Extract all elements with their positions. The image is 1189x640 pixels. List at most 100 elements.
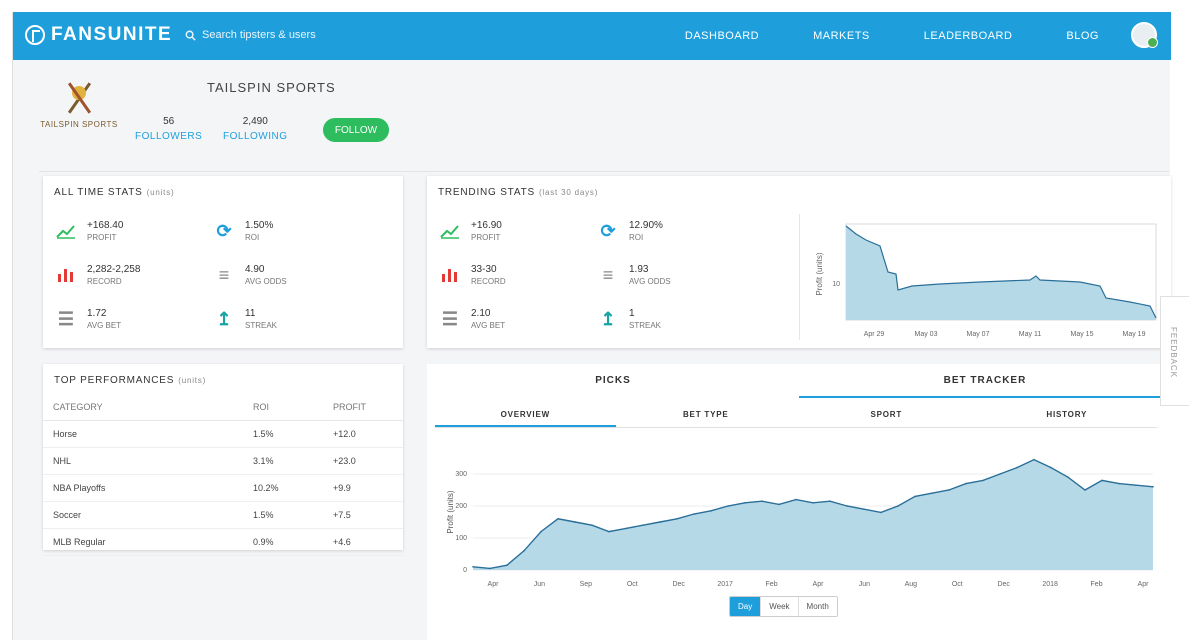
follow-button[interactable]: FOLLOW <box>323 118 389 142</box>
tab-sport[interactable]: SPORT <box>796 402 977 427</box>
col-roi[interactable]: ROI <box>243 394 323 421</box>
table-header-row: CATEGORY ROI PROFIT <box>43 394 403 421</box>
chart-point <box>931 492 933 494</box>
chart-xtick: Jun <box>859 581 870 588</box>
stat-record: 2,282-2,258 RECORD <box>55 260 213 290</box>
all-time-stats-title: ALL TIME STATS (units) <box>54 187 175 198</box>
trend-record: 33-30 RECORD <box>439 260 597 290</box>
streak-icon: ↥ <box>216 308 232 329</box>
chart-point <box>472 566 474 568</box>
chart-point <box>642 524 644 526</box>
trending-stats-card: TRENDING STATS (last 30 days) +16.90 PROFI… <box>427 176 1171 348</box>
cell-category: NHL <box>43 447 243 475</box>
following-count: 2,490 <box>242 116 268 127</box>
stack-icon: ☰ <box>441 308 459 329</box>
all-time-stats-grid: +168.40 PROFIT ⟳ 1.50% ROI 2,282-2,258 RECO… <box>55 216 371 334</box>
bar-chart-icon <box>55 264 77 286</box>
chart-point <box>1067 476 1069 478</box>
chart-xtick: Oct <box>952 581 963 588</box>
user-avatar[interactable] <box>1131 22 1158 48</box>
chart-point <box>574 521 576 523</box>
chart-point <box>710 510 712 512</box>
chart-point <box>523 550 525 552</box>
nav-blog[interactable]: BLOG <box>1066 30 1099 42</box>
cell-category: Soccer <box>43 501 243 529</box>
top-performances-card: TOP PERFORMANCES (units) CATEGORY ROI PRO… <box>43 364 403 556</box>
followers-stat[interactable]: 56 FOLLOWERS <box>135 116 202 142</box>
trend-roi: ⟳ 12.90% ROI <box>597 216 755 246</box>
cell-roi: 10.2% <box>243 474 323 502</box>
nav-dashboard[interactable]: DASHBOARD <box>685 30 759 42</box>
chart-point <box>676 518 678 520</box>
chart-point <box>1084 489 1086 491</box>
cell-roi: 1.5% <box>243 420 323 448</box>
stack-icon: ☰ <box>57 308 75 329</box>
tab-picks[interactable]: PICKS <box>427 364 799 398</box>
refresh-icon: ⟳ <box>600 220 616 241</box>
following-stat[interactable]: 2,490 FOLLOWING <box>223 116 288 142</box>
chart-point <box>778 503 780 506</box>
tab-bet-type[interactable]: BET TYPE <box>616 402 797 427</box>
mini-chart-xtick: May 11 <box>1019 331 1042 338</box>
mini-chart-svg: Profit (units) 10 Apr 29 May 03 May 07 M… <box>815 223 1157 338</box>
trending-mini-chart: Profit (units) 10 Apr 29 May 03 May 07 M… <box>799 214 1163 340</box>
chart-point <box>659 521 661 523</box>
followers-label: FOLLOWERS <box>135 131 203 142</box>
range-month-button[interactable]: Month <box>798 597 837 616</box>
chart-point <box>693 513 695 515</box>
cell-roi: 1.5% <box>243 501 323 529</box>
brand-logo[interactable]: FANSUNITE <box>25 24 172 46</box>
col-profit[interactable]: PROFIT <box>323 394 403 421</box>
trend-up-icon <box>55 220 77 242</box>
search-bar[interactable]: Search tipsters & users <box>185 29 316 41</box>
trend-avg-odds: ≡ 1.93 AVG ODDS <box>597 260 755 290</box>
chart-point <box>1050 466 1052 469</box>
table-row[interactable]: NBA Playoffs 10.2% +9.9 <box>43 474 403 502</box>
stat-profit: +168.40 PROFIT <box>55 216 213 246</box>
tab-history[interactable]: HISTORY <box>977 402 1158 427</box>
chart-ylabel: Profit (units) <box>446 490 455 533</box>
chart-point <box>727 505 729 507</box>
main-tabs: PICKS BET TRACKER <box>427 364 1171 398</box>
mini-chart-xtick: May 03 <box>915 331 938 338</box>
cell-profit: +23.0 <box>323 447 403 475</box>
table-row[interactable]: Soccer 1.5% +7.5 <box>43 501 403 529</box>
nav-leaderboard[interactable]: LEADERBOARD <box>924 30 1013 42</box>
chart-xtick: Sep <box>580 581 593 588</box>
chart-xtick: Oct <box>627 581 638 588</box>
range-week-button[interactable]: Week <box>761 597 799 616</box>
mini-chart-ylabel: Profit (units) <box>815 252 824 295</box>
top-navbar: FANSUNITE Search tipsters & users DASHBO… <box>13 12 1171 60</box>
chart-xtick: Apr <box>488 581 500 588</box>
cell-profit: +9.9 <box>323 474 403 502</box>
chart-point <box>744 502 746 504</box>
profit-area-chart: 0 100 200 300 Apr Jun Sep Oct Dec 2017 Feb Apr Jun A… <box>446 458 1154 588</box>
chart-xtick: Dec <box>672 581 685 588</box>
chart-point <box>557 518 559 520</box>
profile-header: TAILSPIN SPORTS TAILSPIN SPORTS 56 FOLLO… <box>39 74 1169 172</box>
tab-overview[interactable]: OVERVIEW <box>435 402 616 427</box>
range-day-button[interactable]: Day <box>730 597 762 616</box>
chart-point <box>999 473 1001 475</box>
chart-point <box>1101 479 1103 482</box>
tab-bet-tracker[interactable]: BET TRACKER <box>799 364 1171 398</box>
app-frame: FANSUNITE Search tipsters & users DASHBO… <box>12 12 1171 640</box>
chart-xtick: 2018 <box>1042 581 1058 588</box>
stat-roi: ⟳ 1.50% ROI <box>213 216 371 246</box>
mini-chart-xtick: May 07 <box>967 331 990 338</box>
chart-point <box>608 530 610 533</box>
table-row[interactable]: MLB Regular 0.9% +4.6 <box>43 528 403 556</box>
chart-point <box>1135 484 1137 486</box>
col-category[interactable]: CATEGORY <box>43 394 243 421</box>
chart-ytick: 300 <box>455 471 467 478</box>
table-row[interactable]: Horse 1.5% +12.0 <box>43 420 403 448</box>
following-label: FOLLOWING <box>223 131 288 142</box>
feedback-tab[interactable]: FEEDBACK <box>1160 296 1189 406</box>
nav-markets[interactable]: MARKETS <box>813 30 870 42</box>
chart-xtick: Feb <box>766 581 778 588</box>
cell-profit: +4.6 <box>323 528 403 556</box>
brand-name: FANSUNITE <box>51 24 173 45</box>
all-time-stats-card: ALL TIME STATS (units) +168.40 PROFIT ⟳ 1.… <box>43 176 403 348</box>
table-row[interactable]: NHL 3.1% +23.0 <box>43 447 403 475</box>
chart-point <box>489 567 491 570</box>
